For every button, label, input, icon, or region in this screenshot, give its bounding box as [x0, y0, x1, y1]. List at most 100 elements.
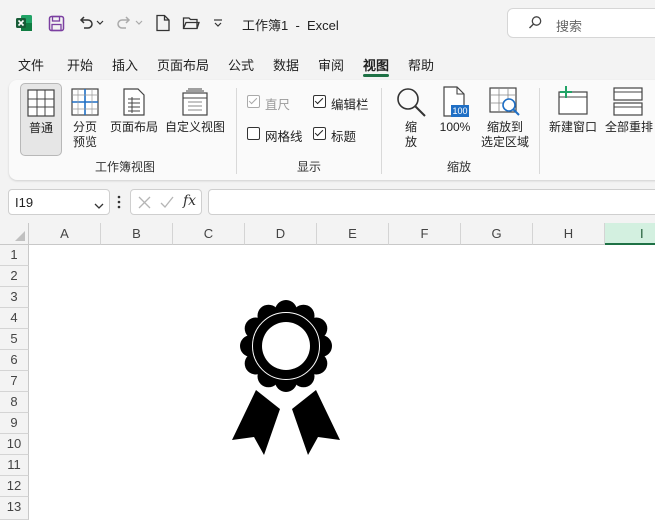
- enter-icon[interactable]: [160, 196, 174, 212]
- insert-function-icon[interactable]: fx: [183, 193, 196, 209]
- column-header-i[interactable]: I: [605, 223, 655, 245]
- normal-view-label: 普通: [28, 121, 53, 135]
- page-layout-icon: [122, 88, 146, 119]
- group-label-workbook-views: 工作簿视图: [95, 160, 156, 174]
- ruler-checkbox[interactable]: [247, 95, 260, 108]
- redo-icon[interactable]: [114, 13, 134, 33]
- more-options-icon[interactable]: [117, 195, 121, 212]
- zoom-label-2: 放: [404, 135, 417, 149]
- arrange-all-icon: [613, 87, 643, 120]
- column-header-f[interactable]: F: [389, 223, 461, 245]
- cancel-icon[interactable]: [138, 196, 151, 212]
- search-input[interactable]: 搜索: [507, 8, 655, 38]
- normal-view-button[interactable]: 普通: [20, 83, 62, 156]
- row-header-12[interactable]: 12: [0, 476, 29, 497]
- gridlines-checkbox[interactable]: [247, 127, 260, 140]
- tab-formulas[interactable]: 公式: [228, 55, 254, 74]
- row-header-4[interactable]: 4: [0, 308, 29, 329]
- group-label-zoom: 缩放: [447, 160, 472, 174]
- ribbon-separator: [381, 88, 382, 174]
- formula-input[interactable]: [208, 189, 655, 215]
- name-box-value: I19: [15, 195, 34, 210]
- page-layout-label: 页面布局: [109, 120, 158, 134]
- new-window-icon: [556, 86, 590, 119]
- row-header-10[interactable]: 10: [0, 434, 29, 455]
- excel-logo-icon: [14, 13, 34, 33]
- tab-file[interactable]: 文件: [18, 55, 44, 74]
- tab-review[interactable]: 审阅: [318, 55, 344, 74]
- arrange-all-label: 全部重排: [604, 120, 653, 134]
- active-tab-indicator: [363, 74, 389, 77]
- select-all-corner[interactable]: [0, 223, 29, 245]
- tab-insert[interactable]: 插入: [112, 55, 138, 74]
- group-label-show: 显示: [297, 160, 322, 174]
- custom-views-button[interactable]: 自定义视图: [163, 83, 227, 156]
- award-ribbon-icon[interactable]: [230, 298, 342, 458]
- zoom-100-button[interactable]: 100 100%: [436, 83, 474, 156]
- window-title: 工作簿1 - Excel: [242, 18, 339, 33]
- row-header-1[interactable]: 1: [0, 245, 29, 266]
- page-break-preview-label-1: 分页: [72, 120, 97, 134]
- row-header-7[interactable]: 7: [0, 371, 29, 392]
- zoom-button[interactable]: 缩 放: [392, 83, 430, 156]
- row-header-5[interactable]: 5: [0, 329, 29, 350]
- magnifier-icon: [395, 86, 427, 121]
- zoom-100-icon: 100: [442, 86, 469, 118]
- search-placeholder: 搜索: [556, 19, 583, 34]
- tab-view[interactable]: 视图: [363, 55, 389, 74]
- formula-buttons: fx: [130, 189, 202, 215]
- new-window-button[interactable]: 新建窗口: [546, 83, 600, 143]
- undo-icon[interactable]: [76, 13, 96, 33]
- row-header-3[interactable]: 3: [0, 287, 29, 308]
- tab-data[interactable]: 数据: [273, 55, 299, 74]
- column-header-d[interactable]: D: [245, 223, 317, 245]
- page-break-preview-label-2: 预览: [72, 135, 97, 149]
- custom-views-label: 自定义视图: [164, 120, 225, 134]
- row-header-13[interactable]: 13: [0, 497, 29, 520]
- formula-bar-label: 编辑栏: [331, 98, 369, 112]
- zoom-to-selection-icon: [489, 87, 521, 120]
- column-header-b[interactable]: B: [101, 223, 173, 245]
- custom-views-icon: [180, 87, 210, 120]
- column-header-h[interactable]: H: [533, 223, 605, 245]
- column-header-g[interactable]: G: [461, 223, 533, 245]
- row-header-9[interactable]: 9: [0, 413, 29, 434]
- open-folder-icon[interactable]: [181, 13, 201, 33]
- search-icon: [528, 15, 543, 33]
- row-header-11[interactable]: 11: [0, 455, 29, 476]
- page-layout-view-button[interactable]: 页面布局: [108, 83, 160, 156]
- ruler-label: 直尺: [265, 98, 291, 112]
- row-header-6[interactable]: 6: [0, 350, 29, 371]
- normal-view-icon: [27, 89, 55, 120]
- formula-bar-checkbox[interactable]: [313, 95, 326, 108]
- column-header-e[interactable]: E: [317, 223, 389, 245]
- headings-label: 标题: [331, 130, 357, 144]
- ribbon-separator: [539, 88, 540, 174]
- headings-checkbox[interactable]: [313, 127, 326, 140]
- tab-page-layout[interactable]: 页面布局: [157, 55, 209, 74]
- zoom-label-1: 缩: [404, 120, 417, 134]
- zoom-to-selection-label-1: 缩放到: [486, 120, 523, 134]
- save-icon[interactable]: [46, 13, 66, 33]
- customize-toolbar-icon[interactable]: [211, 13, 225, 33]
- zoom-to-selection-label-2: 选定区域: [480, 135, 529, 149]
- arrange-all-button[interactable]: 全部重排: [602, 83, 655, 143]
- zoom-100-label: 100%: [439, 120, 471, 134]
- chevron-down-icon[interactable]: [94, 199, 104, 213]
- page-break-preview-button[interactable]: 分页 预览: [66, 83, 104, 156]
- new-window-label: 新建窗口: [548, 120, 597, 134]
- name-box[interactable]: I19: [8, 189, 110, 215]
- row-header-8[interactable]: 8: [0, 392, 29, 413]
- zoom-100-badge: 100: [451, 105, 469, 117]
- column-header-c[interactable]: C: [173, 223, 245, 245]
- column-header-a[interactable]: A: [29, 223, 101, 245]
- tab-home[interactable]: 开始: [67, 55, 93, 74]
- tab-help[interactable]: 帮助: [408, 55, 434, 74]
- redo-dropdown-icon[interactable]: [134, 13, 144, 33]
- page-break-preview-icon: [71, 88, 99, 119]
- new-file-icon[interactable]: [153, 13, 173, 33]
- gridlines-label: 网格线: [265, 130, 303, 144]
- row-header-2[interactable]: 2: [0, 266, 29, 287]
- zoom-to-selection-button[interactable]: 缩放到 选定区域: [478, 83, 532, 156]
- undo-dropdown-icon[interactable]: [95, 13, 105, 33]
